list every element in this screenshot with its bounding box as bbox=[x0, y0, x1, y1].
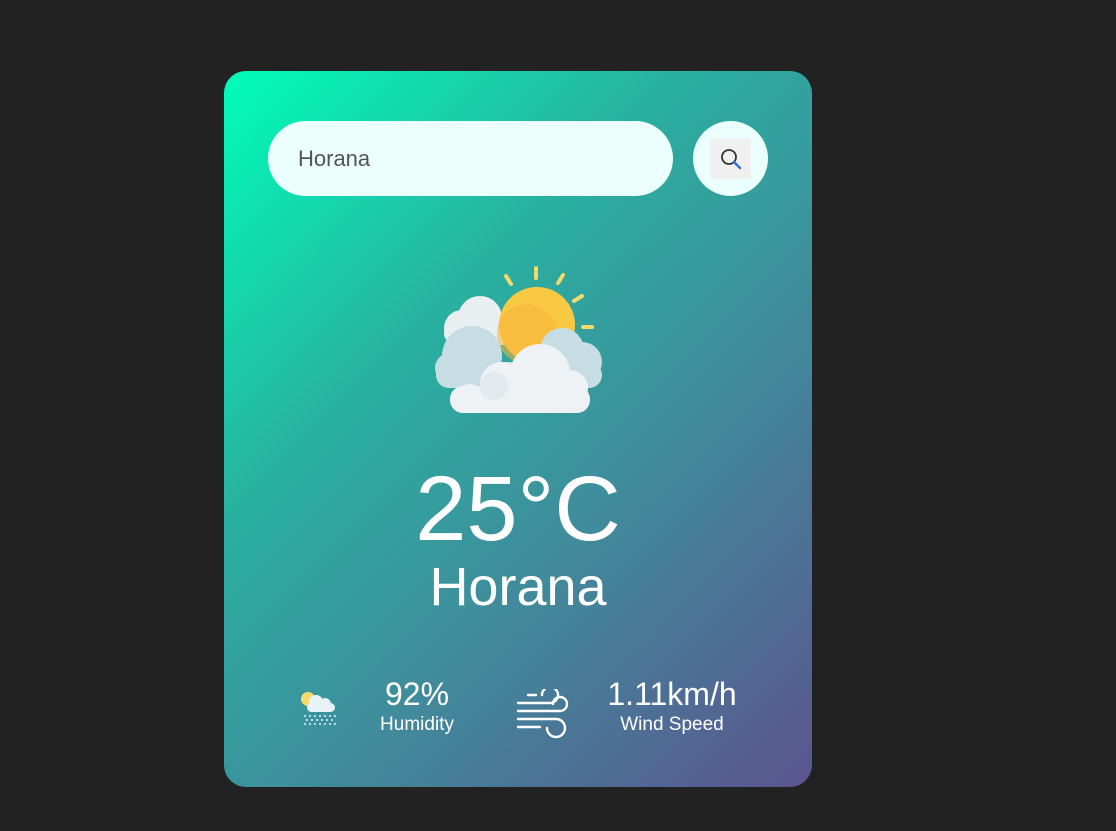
city-name: Horana bbox=[429, 557, 607, 617]
wind-icon bbox=[516, 685, 570, 746]
humidity-icon bbox=[298, 689, 338, 734]
humidity-section: 92% Humidity bbox=[298, 671, 498, 751]
humidity-value: 92% bbox=[384, 676, 450, 712]
wind-section: 1.11km/h Wind Speed bbox=[516, 671, 766, 751]
weather-card: 25°C Horana 92% bbox=[224, 71, 812, 787]
temperature: 25°C bbox=[415, 458, 621, 560]
wind-speed-value: 1.11km/h bbox=[607, 676, 737, 712]
partly-cloudy-sun-icon bbox=[432, 266, 604, 416]
weather-details: 92% Humidity 1.11km/h Wind Speed bbox=[224, 671, 812, 751]
wind-speed-label: Wind Speed bbox=[620, 714, 724, 735]
search-button[interactable] bbox=[693, 121, 768, 196]
city-search-input[interactable] bbox=[268, 121, 673, 196]
search-icon bbox=[710, 138, 751, 179]
humidity-label: Humidity bbox=[380, 714, 454, 735]
search-bar bbox=[268, 121, 768, 197]
